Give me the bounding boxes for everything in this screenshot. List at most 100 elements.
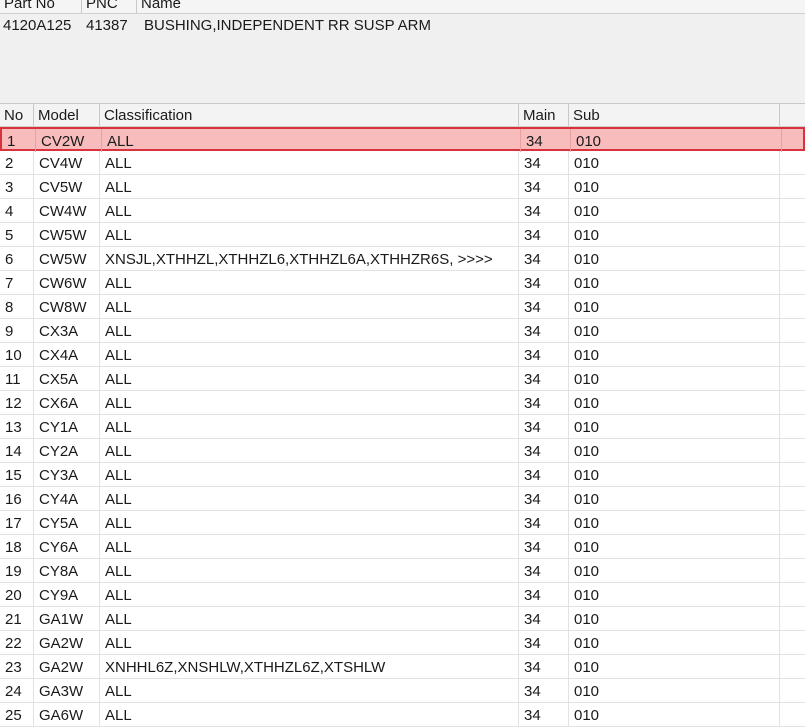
no-cell: 23 [0, 655, 34, 678]
no-cell: 25 [0, 703, 34, 726]
model-cell: CW8W [34, 295, 100, 318]
table-row[interactable]: 15 CY3A ALL 34 010 [0, 463, 805, 487]
table-row[interactable]: 2 CV4W ALL 34 010 [0, 151, 805, 175]
model-cell: CY1A [34, 415, 100, 438]
filler-cell [780, 247, 805, 270]
pnc-cell: 41387 [86, 17, 128, 34]
table-row[interactable]: 16 CY4A ALL 34 010 [0, 487, 805, 511]
part-list-header-name[interactable]: Name [137, 0, 805, 13]
no-cell: 16 [0, 487, 34, 510]
model-cell: CY5A [34, 511, 100, 534]
classification-cell: ALL [100, 271, 519, 294]
table-row[interactable]: 25 GA6W ALL 34 010 [0, 703, 805, 727]
header-classification[interactable]: Classification [100, 104, 519, 126]
model-cell: CY2A [34, 439, 100, 462]
main-cell: 34 [519, 583, 569, 606]
no-cell: 18 [0, 535, 34, 558]
no-cell: 4 [0, 199, 34, 222]
table-row[interactable]: 7 CW6W ALL 34 010 [0, 271, 805, 295]
classification-cell: ALL [100, 535, 519, 558]
classification-cell: ALL [102, 129, 521, 152]
table-row[interactable]: 13 CY1A ALL 34 010 [0, 415, 805, 439]
table-row[interactable]: 3 CV5W ALL 34 010 [0, 175, 805, 199]
filler-cell [780, 175, 805, 198]
filler-cell [780, 151, 805, 174]
model-cell: CX6A [34, 391, 100, 414]
main-cell: 34 [519, 295, 569, 318]
main-cell: 34 [519, 631, 569, 654]
filler-cell [780, 271, 805, 294]
table-row[interactable]: 9 CX3A ALL 34 010 [0, 319, 805, 343]
table-row[interactable]: 17 CY5A ALL 34 010 [0, 511, 805, 535]
table-row[interactable]: 21 GA1W ALL 34 010 [0, 607, 805, 631]
main-cell: 34 [519, 559, 569, 582]
main-cell: 34 [519, 343, 569, 366]
model-cell: CY4A [34, 487, 100, 510]
classification-cell: ALL [100, 295, 519, 318]
model-cell: GA2W [34, 631, 100, 654]
model-cell: GA6W [34, 703, 100, 726]
table-row[interactable]: 5 CW5W ALL 34 010 [0, 223, 805, 247]
part-list-header-part-no[interactable]: Part No [0, 0, 82, 13]
table-row[interactable]: 20 CY9A ALL 34 010 [0, 583, 805, 607]
sub-cell: 010 [569, 439, 780, 462]
part-list-row[interactable]: 4120A125 41387 BUSHING,INDEPENDENT RR SU… [0, 16, 805, 36]
sub-cell: 010 [569, 271, 780, 294]
table-row-selected[interactable]: 1 CV2W ALL 34 010 [0, 127, 805, 152]
filler-cell [780, 415, 805, 438]
classification-cell: ALL [100, 607, 519, 630]
header-filler [780, 104, 805, 126]
table-row[interactable]: 12 CX6A ALL 34 010 [0, 391, 805, 415]
classification-cell: ALL [100, 367, 519, 390]
model-cell: GA1W [34, 607, 100, 630]
sub-cell: 010 [569, 199, 780, 222]
model-cell: CY8A [34, 559, 100, 582]
filler-cell [780, 343, 805, 366]
sub-cell: 010 [569, 343, 780, 366]
main-cell: 34 [519, 319, 569, 342]
table-row[interactable]: 14 CY2A ALL 34 010 [0, 439, 805, 463]
header-sub[interactable]: Sub [569, 104, 780, 126]
sub-cell: 010 [569, 559, 780, 582]
no-cell: 7 [0, 271, 34, 294]
classification-cell: ALL [100, 199, 519, 222]
filler-cell [780, 559, 805, 582]
header-main[interactable]: Main [519, 104, 569, 126]
model-cell: CW6W [34, 271, 100, 294]
main-cell: 34 [519, 223, 569, 246]
part-list-header-pnc[interactable]: PNC [82, 0, 137, 13]
filler-cell [780, 463, 805, 486]
table-row[interactable]: 4 CW4W ALL 34 010 [0, 199, 805, 223]
no-cell: 20 [0, 583, 34, 606]
filler-cell [780, 511, 805, 534]
table-row[interactable]: 10 CX4A ALL 34 010 [0, 343, 805, 367]
no-cell: 15 [0, 463, 34, 486]
main-cell: 34 [519, 271, 569, 294]
main-cell: 34 [519, 655, 569, 678]
sub-cell: 010 [569, 583, 780, 606]
classification-cell: ALL [100, 343, 519, 366]
sub-cell: 010 [569, 511, 780, 534]
filler-cell [782, 129, 805, 152]
no-cell: 3 [0, 175, 34, 198]
model-cell: CX3A [34, 319, 100, 342]
no-cell: 24 [0, 679, 34, 702]
sub-cell: 010 [571, 129, 782, 152]
model-grid-body: 1 CV2W ALL 34 010 2 CV4W ALL 34 010 3 CV5W ALL 34 010 4… [0, 127, 805, 727]
table-row[interactable]: 19 CY8A ALL 34 010 [0, 559, 805, 583]
header-no[interactable]: No [0, 104, 34, 126]
header-model[interactable]: Model [34, 104, 100, 126]
sub-cell: 010 [569, 535, 780, 558]
classification-cell: ALL [100, 391, 519, 414]
filler-cell [780, 655, 805, 678]
table-row[interactable]: 24 GA3W ALL 34 010 [0, 679, 805, 703]
model-cell: GA3W [34, 679, 100, 702]
table-row[interactable]: 22 GA2W ALL 34 010 [0, 631, 805, 655]
table-row[interactable]: 8 CW8W ALL 34 010 [0, 295, 805, 319]
table-row[interactable]: 18 CY6A ALL 34 010 [0, 535, 805, 559]
filler-cell [780, 607, 805, 630]
table-row[interactable]: 11 CX5A ALL 34 010 [0, 367, 805, 391]
no-cell: 1 [2, 129, 36, 152]
table-row[interactable]: 6 CW5W XNSJL,XTHHZL,XTHHZL6,XTHHZL6A,XTHHZ… [0, 247, 805, 271]
table-row[interactable]: 23 GA2W XNHHL6Z,XNSHLW,XTHHZL6Z,XTSHLW 34 01… [0, 655, 805, 679]
